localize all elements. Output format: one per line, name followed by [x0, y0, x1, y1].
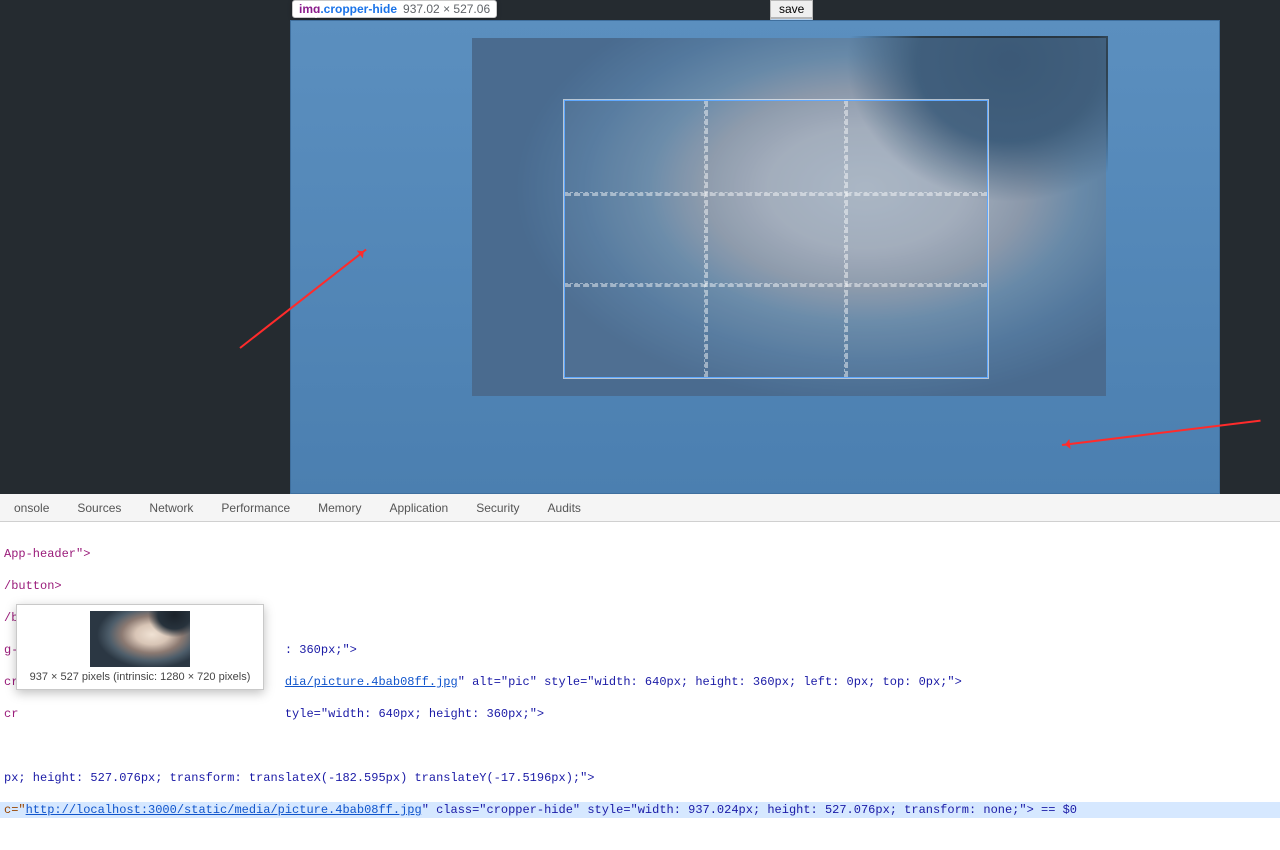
tab-console[interactable]: onsole: [0, 495, 63, 521]
dom-text: px; height: 527.076px; transform: transl…: [4, 771, 595, 785]
tab-network[interactable]: Network: [135, 495, 207, 521]
image-hover-preview: 937 × 527 pixels (intrinsic: 1280 × 720 …: [16, 604, 264, 690]
app-viewport: img.cropper-hide937.02 × 527.06 save qui…: [0, 0, 1280, 494]
tab-sources[interactable]: Sources: [63, 495, 135, 521]
dom-text: " alt="pic" style="width: 640px; height:…: [458, 675, 962, 689]
dom-text: c=": [4, 803, 26, 817]
dom-text: cr: [4, 707, 18, 721]
preview-caption: 937 × 527 pixels (intrinsic: 1280 × 720 …: [23, 671, 257, 683]
dom-text: " class="cropper-hide" style="width: 937…: [422, 803, 1077, 817]
tooltip-class: .cropper-hide: [320, 2, 397, 16]
tab-memory[interactable]: Memory: [304, 495, 375, 521]
tooltip-dims: 937.02 × 527.06: [403, 2, 490, 16]
dom-text: : 360px;">: [285, 643, 357, 657]
element-inspect-tooltip: img.cropper-hide 937.02 × 527.06: [292, 0, 497, 18]
crop-grid-line: [844, 101, 848, 377]
tab-performance[interactable]: Performance: [207, 495, 304, 521]
dom-text: App-header">: [4, 547, 90, 561]
dom-link[interactable]: dia/picture.4bab08ff.jpg: [285, 675, 458, 689]
dom-text: /button>: [4, 579, 62, 593]
tab-application[interactable]: Application: [375, 495, 462, 521]
save-button[interactable]: save: [770, 0, 813, 18]
tab-security[interactable]: Security: [462, 495, 533, 521]
preview-thumbnail: [90, 611, 190, 667]
dom-link[interactable]: http://localhost:3000/static/media/pictu…: [26, 803, 422, 817]
crop-grid-line: [565, 192, 987, 196]
crop-selection-box[interactable]: [564, 100, 988, 378]
tooltip-tag: img: [299, 2, 320, 16]
dom-text: tyle="width: 640px; height: 360px;">: [285, 707, 544, 721]
devtools-tab-bar: onsole Sources Network Performance Memor…: [0, 494, 1280, 522]
crop-grid-line: [704, 101, 708, 377]
crop-grid-line: [565, 283, 987, 287]
tab-audits[interactable]: Audits: [534, 495, 595, 521]
